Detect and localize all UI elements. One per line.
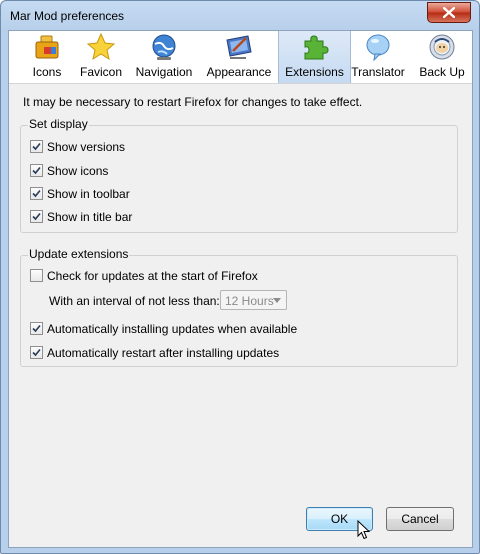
check-updates-label[interactable]: Check for updates at the start of Firefo… xyxy=(47,269,258,283)
close-button[interactable] xyxy=(427,2,471,23)
check-updates-checkbox[interactable] xyxy=(30,269,43,282)
show-icons-checkbox[interactable] xyxy=(30,164,43,177)
interval-value: 12 Hours xyxy=(225,294,274,308)
interval-label: With an interval of not less than: xyxy=(49,294,220,308)
show-in-toolbar-checkbox[interactable] xyxy=(30,187,43,200)
category-toolbar: Icons Favicon Navigation Appearance Exte… xyxy=(9,31,472,84)
tab-label: Extensions xyxy=(285,65,344,79)
tab-translator[interactable]: Translator xyxy=(350,31,406,83)
cancel-button[interactable]: Cancel xyxy=(386,507,454,531)
monitor-icon xyxy=(226,35,252,59)
tab-navigation[interactable]: Navigation xyxy=(131,31,197,83)
dialog-content: Icons Favicon Navigation Appearance Exte… xyxy=(8,30,473,548)
tab-label: Translator xyxy=(351,65,405,79)
speech-bubble-icon xyxy=(366,34,390,62)
tab-favicon[interactable]: Favicon xyxy=(75,31,127,83)
show-in-title-bar-label[interactable]: Show in title bar xyxy=(47,210,132,224)
show-icons-label[interactable]: Show icons xyxy=(47,164,108,178)
window-title: Mar Mod preferences xyxy=(10,9,125,23)
puzzle-icon xyxy=(304,35,329,60)
tab-label: Back Up xyxy=(419,65,465,79)
auto-install-label[interactable]: Automatically installing updates when av… xyxy=(47,322,297,336)
tab-label: Icons xyxy=(32,65,62,79)
show-in-title-bar-checkbox[interactable] xyxy=(30,210,43,223)
update-extensions-title: Update extensions xyxy=(28,247,130,261)
tab-label: Navigation xyxy=(135,65,193,79)
set-display-title: Set display xyxy=(28,117,89,131)
interval-select[interactable]: 12 Hours xyxy=(220,290,287,310)
tab-appearance[interactable]: Appearance xyxy=(203,31,275,83)
chevron-down-icon xyxy=(273,298,281,303)
backup-icon xyxy=(429,34,455,60)
tab-label: Appearance xyxy=(206,65,272,79)
tab-label: Favicon xyxy=(79,65,123,79)
tab-back-up[interactable]: Back Up xyxy=(414,31,470,83)
restart-notice: It may be necessary to restart Firefox f… xyxy=(23,95,363,109)
show-in-toolbar-label[interactable]: Show in toolbar xyxy=(47,187,130,201)
title-bar[interactable]: Mar Mod preferences xyxy=(1,1,479,31)
folder-icon xyxy=(35,35,59,59)
auto-install-checkbox[interactable] xyxy=(30,322,43,335)
mouse-cursor-icon xyxy=(357,520,371,540)
show-versions-label[interactable]: Show versions xyxy=(47,140,125,154)
preferences-window: Mar Mod preferences Icons Favicon Naviga… xyxy=(0,0,480,554)
tab-extensions[interactable]: Extensions xyxy=(278,31,351,83)
tab-icons[interactable]: Icons xyxy=(21,31,73,83)
close-icon xyxy=(443,7,455,18)
globe-icon xyxy=(152,34,176,60)
auto-restart-label[interactable]: Automatically restart after installing u… xyxy=(47,346,279,360)
show-versions-checkbox[interactable] xyxy=(30,140,43,153)
auto-restart-checkbox[interactable] xyxy=(30,346,43,359)
star-icon xyxy=(86,32,116,61)
